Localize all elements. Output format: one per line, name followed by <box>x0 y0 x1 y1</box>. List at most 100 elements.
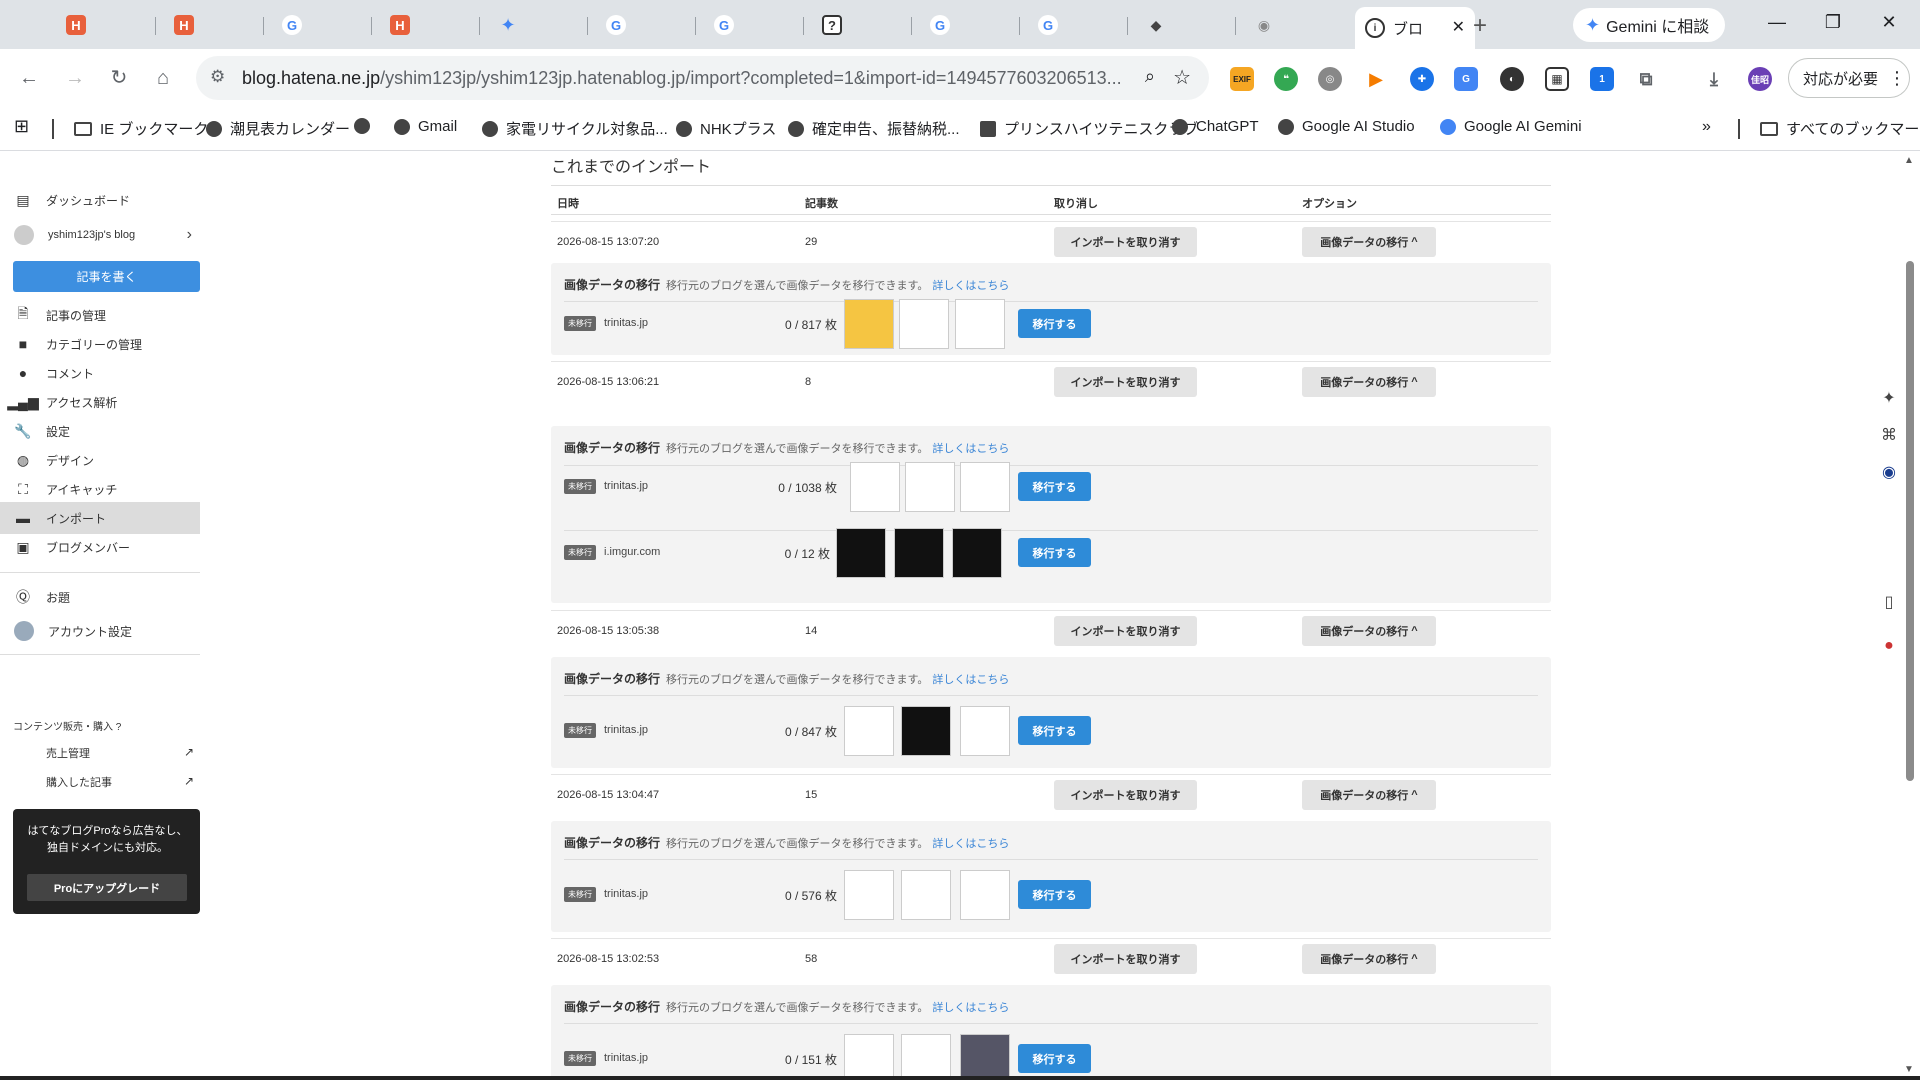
bookmark-item[interactable]: プリンスハイツテニスクラブ <box>980 118 1198 139</box>
tab-4[interactable]: H <box>380 7 480 43</box>
reading-mode-icon[interactable]: ▯ <box>1877 591 1901 615</box>
image-migration-toggle[interactable]: 画像データの移行 ^ <box>1302 367 1436 397</box>
details-link[interactable]: 詳しくはこちら <box>932 280 1009 292</box>
bookmark-item[interactable]: 確定申告、振替納税... <box>788 118 960 139</box>
all-bookmarks[interactable]: すべてのブックマーク <box>1760 118 1920 139</box>
profile-alert-button[interactable]: 対応が必要 ⋮ <box>1788 58 1910 98</box>
sidebar-item-purchased[interactable]: 購入した記事 ↗ <box>46 774 194 790</box>
play-extension-icon[interactable]: ▶ <box>1364 67 1388 91</box>
details-link[interactable]: 詳しくはこちら <box>932 674 1009 686</box>
command-icon[interactable]: ⌘ <box>1877 424 1901 448</box>
sidebar-item-members[interactable]: ▣ ブログメンバー <box>0 531 200 563</box>
copilot-icon[interactable]: ◉ <box>1877 461 1901 485</box>
cancel-import-button[interactable]: インポートを取り消す <box>1054 616 1197 646</box>
bookmark-item[interactable]: Google AI Gemini <box>1440 118 1582 135</box>
migrate-button[interactable]: 移行する <box>1018 309 1091 338</box>
sidebar-blog-switcher[interactable]: yshim123jp's blog › <box>0 219 200 251</box>
tab-5[interactable]: ✦ <box>488 7 588 43</box>
image-migration-toggle[interactable]: 画像データの移行 ^ <box>1302 616 1436 646</box>
sidebar-item-dashboard[interactable]: ▤ ダッシュボード <box>0 184 200 216</box>
migrate-button[interactable]: 移行する <box>1018 538 1091 567</box>
sidebar-item-settings[interactable]: 🔧 設定 <box>0 415 200 447</box>
more-bookmarks-icon[interactable]: » <box>1702 118 1711 136</box>
bookmark-item[interactable]: IE ブックマーク <box>74 118 208 139</box>
bookmark-item[interactable]: NHKプラス <box>676 118 776 139</box>
extensions-puzzle-icon[interactable]: ⧉ <box>1634 67 1658 91</box>
bookmark-item[interactable]: 潮見表カレンダー <box>206 118 350 139</box>
reload-icon[interactable]: ↻ <box>106 65 132 91</box>
quote-extension-icon[interactable]: ❝ <box>1274 67 1298 91</box>
migrate-button[interactable]: 移行する <box>1018 880 1091 909</box>
image-migration-toggle[interactable]: 画像データの移行 ^ <box>1302 780 1436 810</box>
home-icon[interactable]: ⌂ <box>150 65 176 91</box>
tab-9[interactable]: G <box>920 7 1020 43</box>
bookmark-item[interactable]: Google AI Studio <box>1278 118 1415 135</box>
tab-6[interactable]: G <box>596 7 696 43</box>
pro-upgrade-button[interactable]: Proにアップグレード <box>27 874 187 901</box>
apps-grid-icon[interactable]: ⊞ <box>14 116 29 137</box>
tab-11[interactable]: ◆ <box>1136 7 1236 43</box>
cancel-import-button[interactable]: インポートを取り消す <box>1054 780 1197 810</box>
close-window-icon[interactable]: ✕ <box>1874 12 1904 33</box>
dark-extension-icon[interactable]: ◐ <box>1500 67 1524 91</box>
zoom-icon[interactable]: ⌕ <box>1145 66 1155 87</box>
details-link[interactable]: 詳しくはこちら <box>932 443 1009 455</box>
details-link[interactable]: 詳しくはこちら <box>932 838 1009 850</box>
menu-dots-icon[interactable]: ⋮ <box>1888 68 1906 89</box>
cancel-import-button[interactable]: インポートを取り消す <box>1054 227 1197 257</box>
sidebar-item-import[interactable]: ▬ インポート <box>0 502 200 534</box>
image-migration-toggle[interactable]: 画像データの移行 ^ <box>1302 227 1436 257</box>
vpn-extension-icon[interactable]: ✚ <box>1410 67 1434 91</box>
help-icon[interactable]: ? <box>116 722 122 733</box>
cancel-import-button[interactable]: インポートを取り消す <box>1054 367 1197 397</box>
migrate-button[interactable]: 移行する <box>1018 716 1091 745</box>
sidebar-item-articles[interactable]: 🗎 記事の管理 <box>0 299 200 331</box>
migrate-button[interactable]: 移行する <box>1018 1044 1091 1073</box>
bitwarden-extension-icon[interactable]: 1 <box>1590 67 1614 91</box>
migrate-button[interactable]: 移行する <box>1018 472 1091 501</box>
tab-1[interactable]: H <box>56 7 156 43</box>
scroll-thumb[interactable] <box>1906 261 1914 781</box>
translate-extension-icon[interactable]: G <box>1454 67 1478 91</box>
download-icon[interactable]: ⤓ <box>1702 67 1726 91</box>
sidebar-item-sales[interactable]: 売上管理 ↗ <box>46 745 194 761</box>
address-bar[interactable]: ⚙ blog.hatena.ne.jp/yshim123jp/yshim123j… <box>196 56 1209 100</box>
forward-icon[interactable]: → <box>62 65 88 91</box>
tab-10[interactable]: G <box>1028 7 1128 43</box>
url-text[interactable]: blog.hatena.ne.jp/yshim123jp/yshim123jp.… <box>242 68 1122 89</box>
sidebar-item-categories[interactable]: ■ カテゴリーの管理 <box>0 328 200 360</box>
write-article-button[interactable]: 記事を書く <box>13 261 200 292</box>
sidebar-item-eyecatch[interactable]: ⛶ アイキャッチ <box>0 473 200 505</box>
sidebar-item-analytics[interactable]: ▂▄▆ アクセス解析 <box>0 386 200 418</box>
tab-active[interactable]: i ブロ ✕ <box>1355 7 1475 49</box>
scroll-up-icon[interactable]: ▲ <box>1904 155 1914 166</box>
profile-avatar[interactable]: 佳昭 <box>1748 67 1772 91</box>
cancel-import-button[interactable]: インポートを取り消す <box>1054 944 1197 974</box>
bookmark-star-icon[interactable]: ☆ <box>1173 65 1191 90</box>
details-link[interactable]: 詳しくはこちら <box>932 1002 1009 1014</box>
sidebar-item-comments[interactable]: ● コメント <box>0 357 200 389</box>
minimize-icon[interactable]: — <box>1762 12 1792 33</box>
new-tab-icon[interactable]: + <box>1473 12 1487 40</box>
restore-icon[interactable]: ❐ <box>1818 12 1848 33</box>
bookmark-item[interactable]: ChatGPT <box>1172 118 1259 135</box>
close-tab-icon[interactable]: ✕ <box>1452 17 1465 37</box>
bookmark-item[interactable]: 家電リサイクル対象品... <box>482 118 668 139</box>
sidebar-item-theme[interactable]: Ⓠ お題 <box>0 581 200 613</box>
scroll-down-icon[interactable]: ▼ <box>1904 1064 1914 1075</box>
tab-7[interactable]: G <box>704 7 804 43</box>
back-icon[interactable]: ← <box>16 65 42 91</box>
gemini-button[interactable]: ✦ Gemini に相談 <box>1573 8 1725 42</box>
tab-8[interactable]: ? <box>812 7 912 43</box>
site-info-icon[interactable]: ⚙ <box>210 67 225 87</box>
page-scrollbar[interactable]: ▲ ▼ <box>1900 151 1920 1080</box>
bookmark-item[interactable]: Gmail <box>394 118 457 135</box>
qr-extension-icon[interactable]: ▦ <box>1545 67 1569 91</box>
tab-3[interactable]: G <box>272 7 372 43</box>
exif-extension-icon[interactable]: EXIF <box>1230 67 1254 91</box>
rss-extension-icon[interactable]: ◎ <box>1318 67 1342 91</box>
tab-2[interactable]: H <box>164 7 264 43</box>
sidebar-item-design[interactable]: ◍ デザイン <box>0 444 200 476</box>
image-migration-toggle[interactable]: 画像データの移行 ^ <box>1302 944 1436 974</box>
new-feature-icon[interactable]: ● <box>1877 634 1901 658</box>
